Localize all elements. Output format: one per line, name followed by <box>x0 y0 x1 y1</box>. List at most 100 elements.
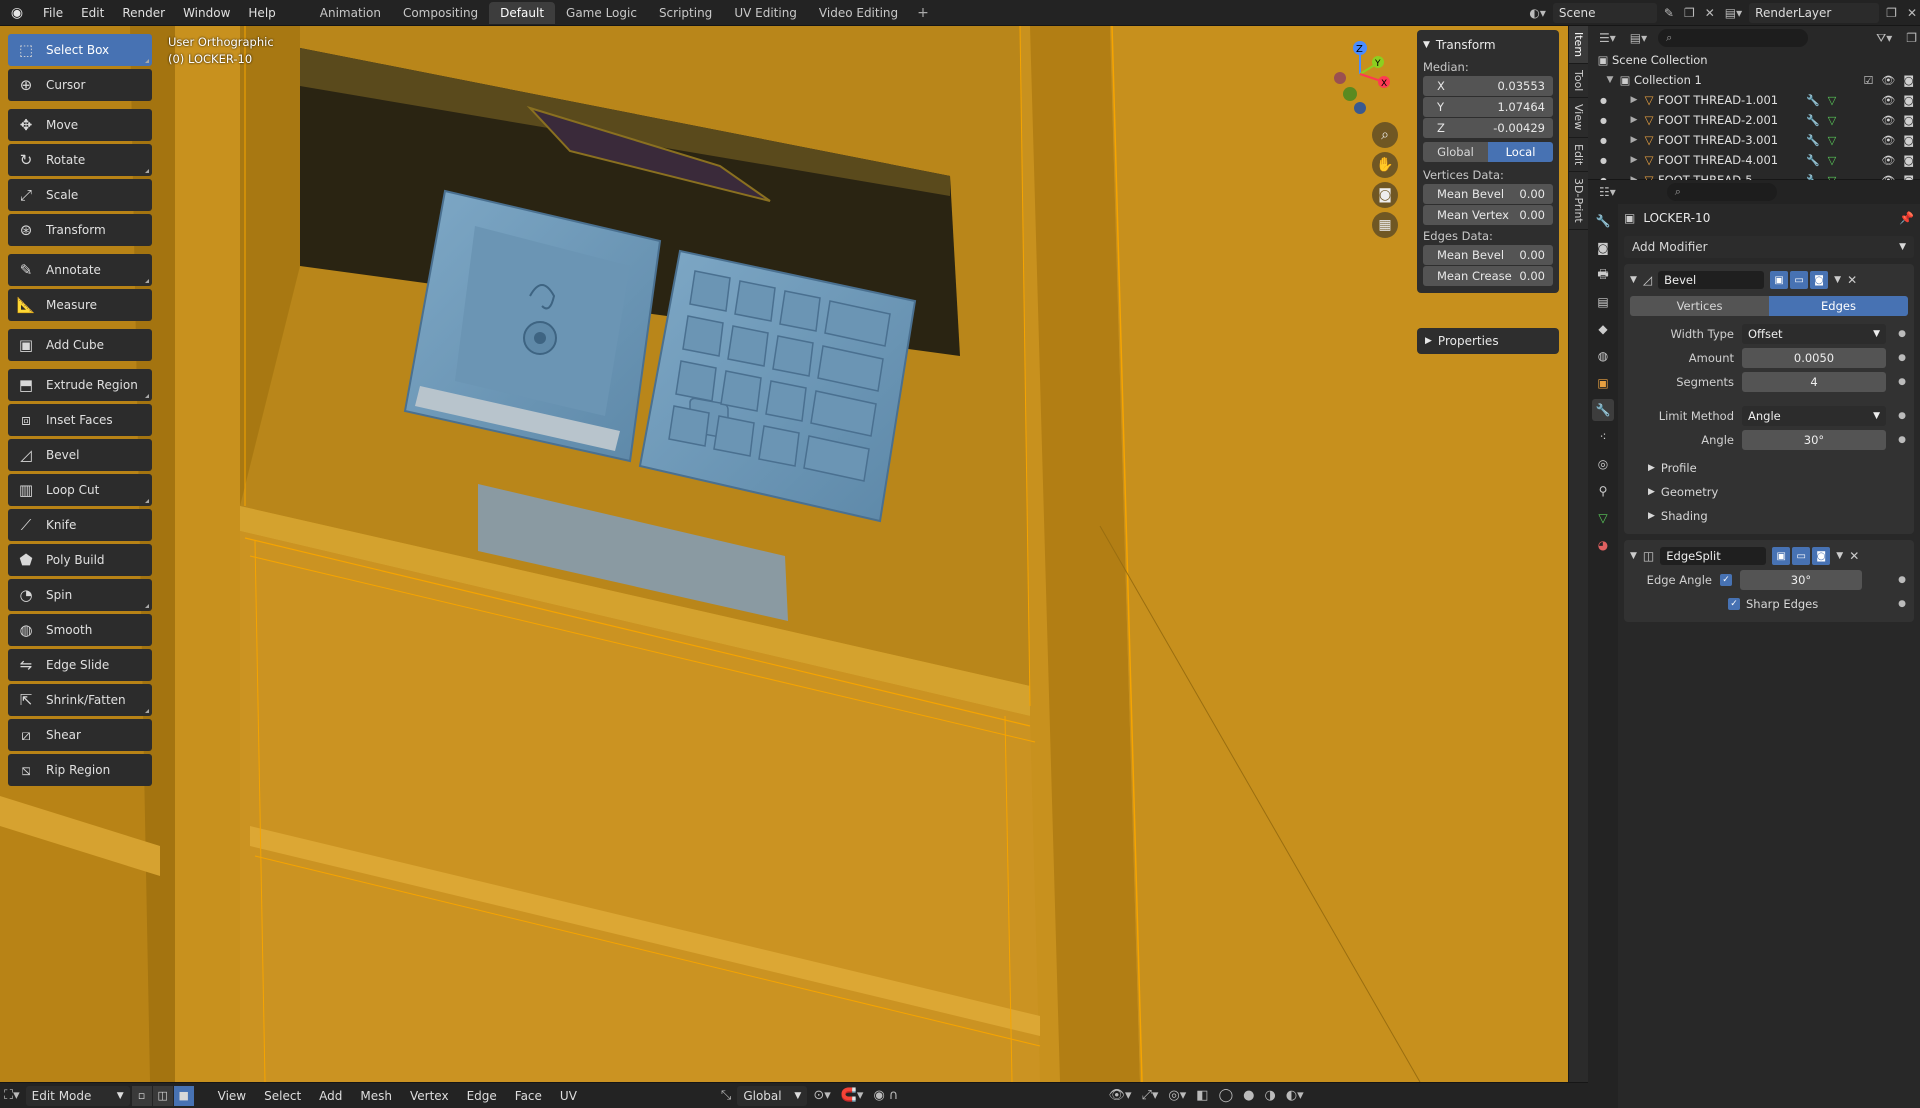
xray-icon[interactable]: ◧ <box>1192 1088 1212 1103</box>
sidebar-tab-tool[interactable]: Tool <box>1569 64 1588 99</box>
chevron-down-icon[interactable]: ▼ <box>1630 275 1637 285</box>
tab-default[interactable]: Default <box>489 1 556 24</box>
shading-render-icon[interactable]: ◐▾ <box>1282 1088 1308 1103</box>
overlay-icon[interactable]: ◎▾ <box>1164 1088 1190 1103</box>
tool-edge-slide[interactable]: ⇋ Edge Slide <box>8 649 152 681</box>
eye-icon[interactable]: 👁 <box>1881 134 1895 147</box>
tab-animation[interactable]: Animation <box>309 2 392 24</box>
keyframe-dot-icon[interactable]: ● <box>1898 353 1906 363</box>
outliner-type-icon[interactable]: ☰▾ <box>1596 31 1619 45</box>
tool-annotate[interactable]: ✎ Annotate <box>8 254 152 286</box>
camera-view-icon[interactable]: ◙ <box>1372 182 1398 208</box>
edge-select-icon[interactable]: ◫ <box>152 1085 173 1106</box>
outliner-search[interactable]: ⌕ <box>1658 29 1809 47</box>
close-icon[interactable]: ✕ <box>1849 549 1859 563</box>
output-tab-icon[interactable]: 🖶 <box>1592 264 1614 286</box>
mean-vertex-field[interactable]: Mean Vertex 0.00 <box>1423 205 1553 225</box>
pin-icon[interactable]: ✎ <box>1661 6 1677 20</box>
render-icon[interactable]: ◙ <box>1812 547 1831 565</box>
tool-knife[interactable]: ⟋ Knife <box>8 509 152 541</box>
scene-collection-row[interactable]: ▣ Scene Collection <box>1588 50 1920 70</box>
sidebar-tab-item[interactable]: Item <box>1569 26 1588 65</box>
tool-move[interactable]: ✥ Move <box>8 109 152 141</box>
scene-field[interactable]: Scene <box>1552 3 1657 23</box>
outliner-object-row[interactable]: ● ▶ ▽ FOOT THREAD-1.001 🔧 ▽ 👁 ◙ <box>1588 90 1920 110</box>
eye-icon[interactable]: 👁 <box>1881 74 1895 87</box>
tool-rip-region[interactable]: ⧅ Rip Region <box>8 754 152 786</box>
menu-help[interactable]: Help <box>239 6 284 20</box>
limit-method-select[interactable]: Angle ▼ <box>1742 406 1886 426</box>
outliner-object-row[interactable]: ● ▶ ▽ FOOT THREAD-3.001 🔧 ▽ 👁 ◙ <box>1588 130 1920 150</box>
constraints-tab-icon[interactable]: ⚲ <box>1592 480 1614 502</box>
tool-rotate[interactable]: ↻ Rotate <box>8 144 152 176</box>
tool-transform[interactable]: ⊛ Transform <box>8 214 152 246</box>
tool-scale[interactable]: ⤢ Scale <box>8 179 152 211</box>
wrench-icon[interactable]: 🔧 <box>1806 154 1820 167</box>
zoom-icon[interactable]: ⌕ <box>1372 122 1398 148</box>
eye-icon[interactable]: 👁 <box>1881 94 1895 107</box>
chevron-right-icon[interactable]: ▶ <box>1628 115 1640 125</box>
3d-viewport[interactable]: User Orthographic (0) LOCKER-10 ⬚ Select … <box>0 26 1568 1082</box>
vertices-button[interactable]: Vertices <box>1630 296 1769 316</box>
orientation-icon[interactable]: ⤡ <box>717 1088 735 1103</box>
tool-measure[interactable]: 📐 Measure <box>8 289 152 321</box>
menu-select[interactable]: Select <box>256 1089 309 1103</box>
menu-add[interactable]: Add <box>311 1089 350 1103</box>
median-x-field[interactable]: X 0.03553 <box>1423 76 1553 96</box>
outliner-object-row[interactable]: ● ▶ ▽ FOOT THREAD-4.001 🔧 ▽ 👁 ◙ <box>1588 150 1920 170</box>
tab-video-editing[interactable]: Video Editing <box>808 2 909 24</box>
menu-window[interactable]: Window <box>174 6 239 20</box>
properties-subpanel[interactable]: ▶ Properties <box>1417 328 1559 354</box>
checkbox-icon[interactable]: ☑ <box>1863 74 1873 87</box>
tool-add-cube[interactable]: ▣ Add Cube <box>8 329 152 361</box>
global-button[interactable]: Global <box>1423 142 1488 162</box>
segments-field[interactable]: 4 <box>1742 372 1886 392</box>
shading-material-icon[interactable]: ◑ <box>1261 1088 1280 1103</box>
tool-smooth[interactable]: ◍ Smooth <box>8 614 152 646</box>
camera-icon[interactable]: ◙ <box>1903 94 1914 107</box>
edit-mode-icon[interactable]: ▣ <box>1770 271 1789 289</box>
pivot-icon[interactable]: ⊙▾ <box>809 1088 834 1103</box>
menu-mesh[interactable]: Mesh <box>352 1089 400 1103</box>
add-modifier-button[interactable]: Add Modifier ▼ <box>1624 236 1914 258</box>
sharp-edges-checkbox[interactable]: ✓ <box>1728 598 1740 610</box>
shading-subpanel[interactable]: ▶ Shading <box>1630 504 1908 528</box>
menu-face[interactable]: Face <box>507 1089 550 1103</box>
outliner-object-row[interactable]: ● ▶ ▽ FOOT THREAD-2.001 🔧 ▽ 👁 ◙ <box>1588 110 1920 130</box>
local-button[interactable]: Local <box>1488 142 1553 162</box>
chevron-down-icon[interactable]: ▼ <box>1834 275 1841 285</box>
tool-spin[interactable]: ◔ Spin <box>8 579 152 611</box>
chevron-right-icon[interactable]: ▶ <box>1628 155 1640 165</box>
tool-select-box[interactable]: ⬚ Select Box <box>8 34 152 66</box>
edgesplit-name-field[interactable]: EdgeSplit <box>1660 547 1767 565</box>
mean-bevel-edge-field[interactable]: Mean Bevel 0.00 <box>1423 245 1553 265</box>
snap-icon[interactable]: 🧲▾ <box>837 1088 868 1103</box>
camera-icon[interactable]: ◙ <box>1903 74 1914 87</box>
menu-uv[interactable]: UV <box>552 1089 585 1103</box>
camera-icon[interactable]: ◙ <box>1903 114 1914 127</box>
tool-poly-build[interactable]: ⬟ Poly Build <box>8 544 152 576</box>
tool-cursor[interactable]: ⊕ Cursor <box>8 69 152 101</box>
render-icon[interactable]: ◙ <box>1810 271 1829 289</box>
mean-crease-field[interactable]: Mean Crease 0.00 <box>1423 266 1553 286</box>
new-collection-icon[interactable]: ❐ <box>1903 31 1920 45</box>
viewport-display-icon[interactable]: ▭ <box>1792 547 1811 565</box>
edit-mode-icon[interactable]: ▣ <box>1772 547 1791 565</box>
add-workspace-icon[interactable]: + <box>909 5 937 21</box>
tool-tab-icon[interactable]: 🔧 <box>1592 210 1614 232</box>
chevron-right-icon[interactable]: ▶ <box>1628 95 1640 105</box>
keyframe-dot-icon[interactable]: ● <box>1898 377 1906 387</box>
geometry-subpanel[interactable]: ▶ Geometry <box>1630 480 1908 504</box>
tool-inset-faces[interactable]: ⧈ Inset Faces <box>8 404 152 436</box>
render-tab-icon[interactable]: ◙ <box>1592 237 1614 259</box>
ortho-grid-icon[interactable]: ▦ <box>1372 212 1398 238</box>
properties-search[interactable]: ⌕ <box>1666 183 1777 201</box>
transform-header[interactable]: ▼ Transform <box>1423 34 1553 56</box>
tool-shrink-fatten[interactable]: ⇱ Shrink/Fatten <box>8 684 152 716</box>
tool-loop-cut[interactable]: ▥ Loop Cut <box>8 474 152 506</box>
menu-vertex[interactable]: Vertex <box>402 1089 457 1103</box>
wrench-icon[interactable]: 🔧 <box>1806 134 1820 147</box>
sidebar-tab-edit[interactable]: Edit <box>1569 138 1588 172</box>
keyframe-dot-icon[interactable]: ● <box>1898 411 1906 421</box>
navigation-gizmo-icon[interactable]: Z Y X <box>1320 34 1400 114</box>
